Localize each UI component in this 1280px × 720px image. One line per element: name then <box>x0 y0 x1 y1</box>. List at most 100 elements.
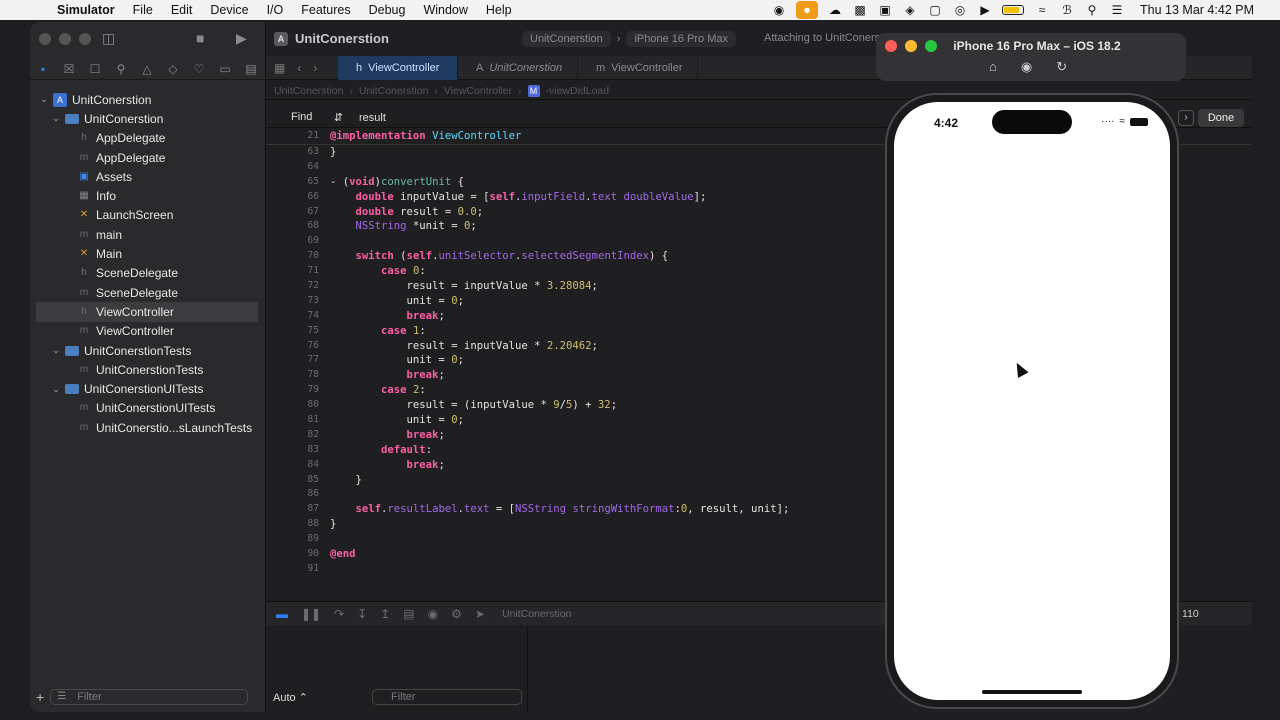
search-icon[interactable]: ⚲ <box>1084 3 1100 17</box>
line-number[interactable]: 74 <box>266 309 330 324</box>
code-text[interactable]: break; <box>330 309 445 324</box>
line-number[interactable]: 91 <box>266 562 330 577</box>
run-icon[interactable]: ▶ <box>236 30 247 47</box>
step-over-icon[interactable]: ↷ <box>334 607 344 621</box>
cloud-icon[interactable]: ☁ <box>827 3 843 17</box>
line-number[interactable]: 65 <box>266 175 330 190</box>
code-text[interactable]: @implementation ViewController <box>330 129 521 144</box>
code-text[interactable]: unit = 0; <box>330 294 464 309</box>
stop-icon[interactable]: ■ <box>196 30 204 46</box>
line-number[interactable]: 69 <box>266 234 330 249</box>
line-number[interactable]: 71 <box>266 264 330 279</box>
line-number[interactable]: 82 <box>266 428 330 443</box>
menu-window[interactable]: Window <box>423 3 467 17</box>
iphone-screen[interactable]: 4:42 ···· ≈ <box>894 102 1170 700</box>
line-number[interactable]: 81 <box>266 413 330 428</box>
report-icon[interactable]: ▤ <box>243 62 259 76</box>
home-indicator[interactable] <box>982 690 1082 694</box>
line-number[interactable]: 90 <box>266 547 330 562</box>
code-text[interactable]: } <box>330 517 336 532</box>
line-number[interactable]: 78 <box>266 368 330 383</box>
bluetooth-icon[interactable]: ℬ <box>1059 3 1075 17</box>
navigator-item[interactable]: h ViewController <box>36 302 258 322</box>
menu-help[interactable]: Help <box>486 3 512 17</box>
navigator-item[interactable]: m UnitConerstionUITests <box>30 399 266 418</box>
code-text[interactable]: double inputValue = [self.inputField.tex… <box>330 190 707 205</box>
test-icon[interactable]: ◇ <box>165 62 181 76</box>
destination-name[interactable]: iPhone 16 Pro Max <box>626 31 736 47</box>
menu-debug[interactable]: Debug <box>369 3 406 17</box>
line-number[interactable]: 73 <box>266 294 330 309</box>
navigator-item[interactable]: m AppDelegate <box>30 148 266 167</box>
source-control-icon[interactable]: ☒ <box>61 62 77 76</box>
shield-icon[interactable]: ◈ <box>902 3 918 17</box>
home-icon[interactable]: ⌂ <box>989 59 997 75</box>
line-number[interactable]: 83 <box>266 443 330 458</box>
code-text[interactable]: - (void)convertUnit { <box>330 175 464 190</box>
find-mode-select[interactable]: Find ⇵ <box>291 111 349 124</box>
code-text[interactable]: self.resultLabel.text = [NSString string… <box>330 502 790 517</box>
screenshot-icon[interactable]: ◉ <box>1021 59 1032 75</box>
jump-project[interactable]: UnitConerstion <box>274 85 343 97</box>
line-number[interactable]: 67 <box>266 205 330 220</box>
code-text[interactable]: switch (self.unitSelector.selectedSegmen… <box>330 249 669 264</box>
microphone-icon[interactable]: ● <box>796 1 819 19</box>
line-number[interactable]: 86 <box>266 487 330 502</box>
disclosure-chevron-icon[interactable]: ⌄ <box>38 94 50 105</box>
code-text[interactable]: result = inputValue * 3.28084; <box>330 279 598 294</box>
sidebar-filter-input[interactable]: Filter <box>50 689 249 705</box>
menu-io[interactable]: I/O <box>267 3 284 17</box>
play-icon[interactable]: ▶ <box>977 3 993 17</box>
jump-file[interactable]: ViewController <box>444 85 512 97</box>
find-input[interactable]: result <box>359 112 386 124</box>
screen-capture-icon[interactable]: ▣ <box>877 3 893 17</box>
disclosure-chevron-icon[interactable]: ⌄ <box>50 384 62 395</box>
close-button[interactable] <box>39 33 51 45</box>
view-hierarchy-icon[interactable]: ▤ <box>403 607 414 621</box>
line-number[interactable]: 66 <box>266 190 330 205</box>
navigator-item[interactable]: m main <box>30 225 266 244</box>
jump-method[interactable]: -viewDidLoad <box>546 85 610 97</box>
menu-file[interactable]: File <box>133 3 153 17</box>
code-text[interactable]: } <box>330 473 362 488</box>
navigator-item[interactable]: ⌄ UnitConerstionTests <box>30 341 266 360</box>
menu-device[interactable]: Device <box>210 3 248 17</box>
code-text[interactable]: unit = 0; <box>330 413 464 428</box>
grid-icon[interactable]: ▦ <box>274 61 285 75</box>
line-number[interactable]: 88 <box>266 517 330 532</box>
menu-edit[interactable]: Edit <box>171 3 193 17</box>
breakpoint-icon[interactable]: ▭ <box>217 62 233 76</box>
line-number[interactable]: 85 <box>266 473 330 488</box>
minimize-button[interactable] <box>59 33 71 45</box>
code-text[interactable]: result = (inputValue * 9/5) + 32; <box>330 398 618 413</box>
sidebar-toggle-icon[interactable]: ◫ <box>102 30 115 47</box>
app-icon[interactable]: ▢ <box>927 3 943 17</box>
console-toggle-icon[interactable]: ▬ <box>276 607 288 621</box>
navigator-item[interactable]: ▣ Assets <box>30 167 266 186</box>
globe-icon[interactable]: ◎ <box>952 3 968 17</box>
line-number[interactable]: 68 <box>266 219 330 234</box>
find-icon[interactable]: ⚲ <box>113 62 129 76</box>
line-number[interactable]: 87 <box>266 502 330 517</box>
rotate-icon[interactable]: ↻ <box>1056 59 1067 75</box>
line-number[interactable]: 63 <box>266 145 330 160</box>
line-number[interactable]: 77 <box>266 353 330 368</box>
code-text[interactable]: } <box>330 145 336 160</box>
environment-icon[interactable]: ⚙ <box>451 607 462 621</box>
navigator-item[interactable]: h AppDelegate <box>30 129 266 148</box>
pause-icon[interactable]: ❚❚ <box>301 607 321 621</box>
record-icon[interactable]: ◉ <box>771 3 787 17</box>
navigator-item[interactable]: m UnitConerstionTests <box>30 360 266 379</box>
battery-icon[interactable] <box>1002 5 1025 15</box>
line-number[interactable]: 75 <box>266 324 330 339</box>
scheme-name[interactable]: UnitConerstion <box>522 31 611 47</box>
warning-icon[interactable]: △ <box>139 62 155 76</box>
tab-viewcontroller-m[interactable]: m ViewController <box>578 55 698 80</box>
line-number[interactable]: 84 <box>266 458 330 473</box>
console-filter-input[interactable]: Filter <box>372 689 522 705</box>
back-icon[interactable]: ‹ <box>297 61 301 75</box>
line-number[interactable]: 80 <box>266 398 330 413</box>
variables-mode-select[interactable]: Auto ⌃ <box>273 691 308 704</box>
wifi-icon[interactable]: ≈ <box>1034 3 1050 17</box>
menu-features[interactable]: Features <box>301 3 350 17</box>
